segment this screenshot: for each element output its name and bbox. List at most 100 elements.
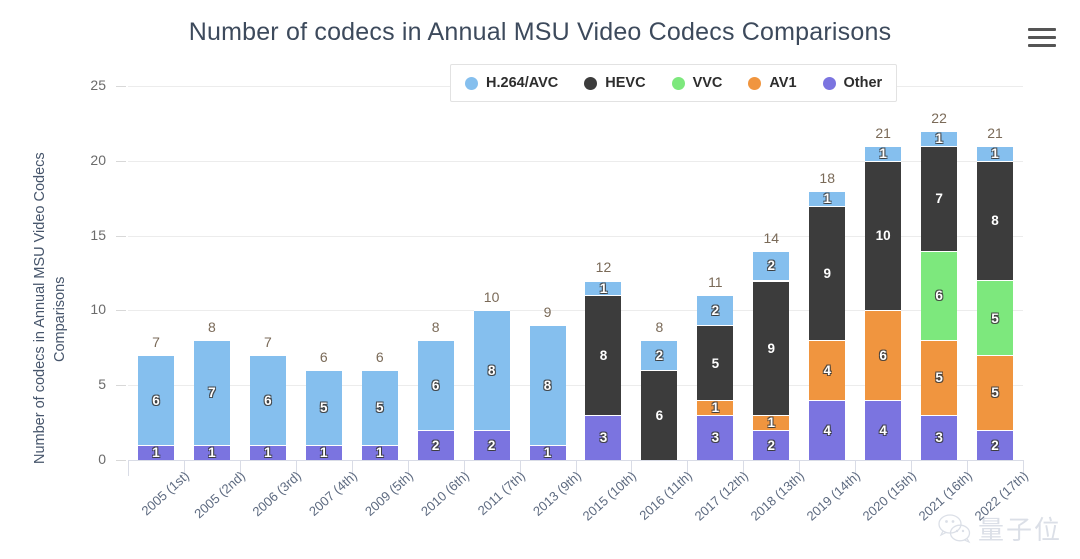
bar-stack[interactable]: 6 2 8 [641,86,678,460]
bar-total-label: 7 [152,334,160,351]
bar-segment[interactable]: 2 [473,430,510,460]
chart-legend: H.264/AVC HEVC VVC AV1 Other [450,64,898,102]
bar-total-label: 18 [819,169,835,186]
menu-bar-3 [1028,44,1056,47]
bar-segment[interactable]: 2 [417,430,454,460]
bar-segment[interactable]: 2 [753,250,790,281]
bar-segment-value: 1 [935,131,943,147]
bar-segment-value: 1 [991,146,999,162]
bar-segment[interactable]: 1 [697,400,734,416]
bar-segment[interactable]: 1 [305,445,342,460]
bar-segment[interactable]: 9 [753,280,790,416]
bar-segment-value: 2 [711,303,720,319]
legend-label: Other [843,75,883,91]
bar-segment[interactable]: 6 [137,355,174,446]
x-tick-label: 2005 (1st) [138,468,193,519]
bar-segment[interactable]: 3 [921,415,958,460]
bar-segment[interactable]: 5 [305,370,342,446]
legend-item[interactable]: HEVC [584,75,646,91]
bar-segment[interactable]: 1 [865,145,902,161]
bar-segment[interactable]: 4 [809,400,846,460]
bar-segment[interactable]: 6 [921,250,958,341]
bar-segment[interactable]: 5 [697,325,734,401]
bar-segment[interactable]: 1 [529,445,566,460]
bar-segment[interactable]: 1 [809,190,846,206]
y-tick-label: 25 [90,77,106,93]
bar-total-label: 9 [543,304,552,321]
bar-segment-value: 5 [935,370,943,386]
bar-segment[interactable]: 3 [697,415,734,460]
bar-segment[interactable]: 5 [977,280,1014,356]
bar-segment[interactable]: 4 [865,400,902,460]
bar-stack[interactable]: 2 5 5 8 1 21 [977,86,1014,460]
bar-segment[interactable]: 6 [865,310,902,401]
bar-segment-value: 1 [823,190,831,206]
x-tick-label: 2015 (10th) [580,468,640,524]
bar-segment[interactable]: 2 [641,340,678,371]
y-tick-label: 10 [90,301,106,318]
bar-segment-value: 1 [599,280,608,296]
bar-segment[interactable]: 5 [977,355,1014,431]
legend-item[interactable]: H.264/AVC [465,75,558,91]
bar-segment[interactable]: 2 [977,430,1014,460]
bar-stack[interactable]: 1 6 7 [137,86,174,460]
bar-segment[interactable]: 8 [585,295,622,416]
bar-segment[interactable]: 1 [753,415,790,431]
legend-item[interactable]: Other [822,75,883,91]
bar-segment[interactable]: 5 [921,340,958,416]
bar-stack[interactable]: 3 1 5 2 11 [697,86,734,460]
bar-segment[interactable]: 7 [921,145,958,251]
bar-segment[interactable]: 7 [193,340,230,446]
bar-segment[interactable]: 1 [585,280,622,296]
bar-segment[interactable]: 1 [921,130,958,147]
bar-stack[interactable]: 1 7 8 [193,86,230,460]
bar-segment[interactable]: 8 [473,310,510,431]
bar-stack[interactable]: 2 6 8 [417,86,454,460]
bar-segment[interactable]: 1 [361,445,398,460]
bar-segment[interactable]: 4 [809,340,846,401]
bar-segment-value: 10 [875,228,891,244]
bar-segment[interactable]: 2 [753,430,790,460]
legend-color-swatch [822,76,836,90]
bar-segment-value: 9 [823,265,831,281]
bar-stack[interactable]: 2 1 9 2 14 [753,86,790,460]
bar-segment[interactable]: 6 [641,370,678,460]
y-axis-title: Number of codecs in Annual MSU Video Cod… [28,70,88,470]
bar-segment[interactable]: 10 [865,160,902,311]
bar-segment[interactable]: 9 [809,205,846,341]
bar-stack[interactable]: 1 5 6 [305,86,342,460]
bar-stack[interactable]: 3 5 6 7 1 22 [921,86,958,460]
bar-segment-value: 9 [767,340,776,356]
bar-stack[interactable]: 4 6 10 1 21 [865,86,902,460]
legend-item[interactable]: VVC [671,75,722,91]
bar-total-label: 8 [208,319,216,336]
hamburger-menu-icon[interactable] [1028,28,1056,50]
bar-stack[interactable]: 1 5 6 [361,86,398,460]
bar-stack[interactable]: 3 8 1 12 [585,86,622,460]
bar-segment-value: 6 [431,377,440,393]
legend-label: HEVC [605,75,646,91]
bar-total-label: 6 [319,349,328,366]
bar-segment[interactable]: 8 [977,160,1014,281]
bar-total-label: 12 [595,259,612,276]
legend-item[interactable]: AV1 [748,75,797,91]
bar-segment-value: 2 [655,348,664,364]
bar-segment[interactable]: 2 [697,295,734,326]
bar-stack[interactable]: 1 8 9 [529,86,566,460]
bar-stack[interactable]: 2 8 10 [473,86,510,460]
bar-segment[interactable]: 1 [193,445,230,460]
bar-segment[interactable]: 6 [417,340,454,431]
bar-segment[interactable]: 1 [249,445,286,460]
y-tick-label: 0 [98,451,106,467]
bar-segment[interactable]: 1 [137,445,174,460]
bar-stack[interactable]: 1 6 7 [249,86,286,460]
bar-segment[interactable]: 6 [249,355,286,446]
bar-segment[interactable]: 8 [529,325,566,446]
bar-segment[interactable]: 1 [977,145,1014,162]
bar-total-label: 8 [431,319,440,336]
bar-stack[interactable]: 4 4 9 1 18 [809,86,846,460]
y-tick-label: 20 [90,151,106,168]
bar-segment-value: 6 [655,407,664,423]
bar-segment[interactable]: 3 [585,415,622,460]
bar-segment[interactable]: 5 [361,370,398,446]
